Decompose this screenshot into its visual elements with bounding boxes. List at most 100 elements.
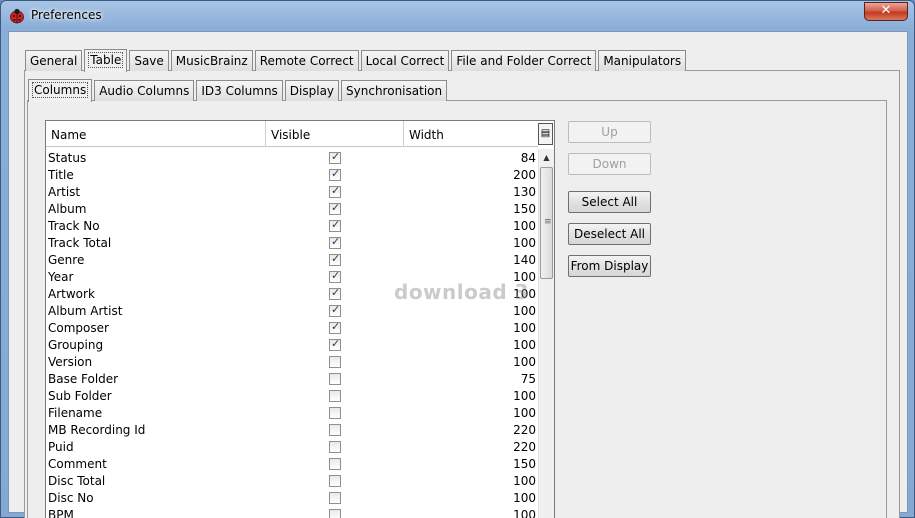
table-row[interactable]: Artist 130 [46,183,538,200]
tab-manipulators[interactable]: Manipulators [598,50,687,71]
tab-save[interactable]: Save [129,50,169,71]
table-row[interactable]: Filename 100 [46,404,538,421]
subtab-synchronisation[interactable]: Synchronisation [341,80,448,101]
visible-checkbox[interactable] [329,235,341,249]
visible-checkbox[interactable] [329,372,341,385]
row-width[interactable]: 140 [404,253,538,267]
table-row[interactable]: MB Recording Id 220 [46,421,538,438]
column-picker-icon[interactable]: ▤ [538,123,553,145]
subtab-columns[interactable]: Columns [28,79,93,102]
tab-file-and-folder-correct[interactable]: File and Folder Correct [451,50,597,71]
row-name: BPM [48,507,74,518]
row-width[interactable]: 220 [404,423,538,437]
row-visible-cell [266,167,404,181]
tab-table[interactable]: Table [84,49,128,72]
visible-checkbox[interactable] [329,320,341,334]
row-width[interactable]: 100 [404,406,538,420]
visible-checkbox[interactable] [329,218,341,232]
from-display-button[interactable]: From Display [568,255,651,277]
close-button[interactable]: ✕ [864,2,908,21]
column-header-visible[interactable]: Visible [266,121,404,147]
visible-checkbox[interactable] [329,269,341,283]
visible-checkbox[interactable] [329,167,341,181]
visible-checkbox[interactable] [329,406,341,419]
table-row[interactable]: Disc Total 100 [46,472,538,489]
visible-checkbox[interactable] [329,440,341,453]
table-row[interactable]: Composer 100 [46,319,538,336]
table-row[interactable]: Title 200 [46,166,538,183]
up-button[interactable]: Up [568,121,651,143]
table-row[interactable]: Status 84 [46,149,538,166]
visible-checkbox[interactable] [329,457,341,470]
row-width[interactable]: 100 [404,491,538,505]
visible-checkbox[interactable] [329,303,341,317]
row-width[interactable]: 100 [404,304,538,318]
arrow-up-icon[interactable]: ▲ [539,149,554,166]
table-row[interactable]: Album 150 [46,200,538,217]
visible-checkbox[interactable] [329,491,341,504]
visible-checkbox[interactable] [329,355,341,368]
scrollbar-thumb[interactable]: ≡ [540,167,553,279]
vertical-scrollbar[interactable]: ▲ ≡ [538,149,554,518]
visible-checkbox[interactable] [329,184,341,198]
row-name: Comment [48,456,107,471]
visible-checkbox[interactable] [329,252,341,266]
row-width[interactable]: 100 [404,508,538,518]
subtab-id3-columns[interactable]: ID3 Columns [196,80,283,101]
row-width[interactable]: 100 [404,338,538,352]
subtab-audio-columns[interactable]: Audio Columns [94,80,195,101]
row-width[interactable]: 200 [404,168,538,182]
table-row[interactable]: Version 100 [46,353,538,370]
table-row[interactable]: Base Folder 75 [46,370,538,387]
visible-checkbox[interactable] [329,508,341,518]
row-visible-cell [266,286,404,300]
row-name: Track No [48,218,100,233]
row-visible-cell [266,457,404,470]
subtab-display[interactable]: Display [284,80,340,101]
row-visible-cell [266,235,404,249]
table-row[interactable]: Album Artist 100 [46,302,538,319]
column-header-name[interactable]: Name [46,121,266,147]
row-width[interactable]: 150 [404,457,538,471]
deselect-all-button[interactable]: Deselect All [568,223,651,245]
row-name: MB Recording Id [48,422,146,437]
visible-checkbox[interactable] [329,337,341,351]
tab-local-correct[interactable]: Local Correct [360,50,450,71]
table-body: Status84Title200Artist130Album150Track N… [46,149,538,518]
row-width[interactable]: 100 [404,321,538,335]
row-width[interactable]: 100 [404,474,538,488]
select-all-button[interactable]: Select All [568,191,651,213]
visible-checkbox[interactable] [329,286,341,300]
row-width[interactable]: 130 [404,185,538,199]
row-width[interactable]: 100 [404,219,538,233]
visible-checkbox[interactable] [329,474,341,487]
visible-checkbox[interactable] [329,389,341,402]
row-width[interactable]: 100 [404,236,538,250]
table-row[interactable]: Track No 100 [46,217,538,234]
visible-checkbox[interactable] [329,150,341,164]
table-row[interactable]: Track Total 100 [46,234,538,251]
row-width[interactable]: 150 [404,202,538,216]
table-row[interactable]: BPM 100 [46,506,538,518]
table-row[interactable]: Disc No 100 [46,489,538,506]
visible-checkbox[interactable] [329,423,341,436]
table-row[interactable]: Sub Folder 100 [46,387,538,404]
tab-remote-correct[interactable]: Remote Correct [254,50,359,71]
row-visible-cell [266,184,404,198]
row-name: Sub Folder [48,388,112,403]
row-width[interactable]: 100 [404,389,538,403]
row-width[interactable]: 100 [404,355,538,369]
tab-general[interactable]: General [25,50,83,71]
table-row[interactable]: Comment 150 [46,455,538,472]
tab-musicbrainz[interactable]: MusicBrainz [170,50,253,71]
visible-checkbox[interactable] [329,201,341,215]
row-width[interactable]: 84 [404,151,538,165]
row-width[interactable]: 75 [404,372,538,386]
row-width[interactable]: 220 [404,440,538,454]
subtab-label: Columns [31,82,89,98]
down-button[interactable]: Down [568,153,651,175]
column-header-width[interactable]: Width [404,121,538,147]
table-row[interactable]: Grouping 100 [46,336,538,353]
table-row[interactable]: Genre 140 [46,251,538,268]
table-row[interactable]: Puid 220 [46,438,538,455]
